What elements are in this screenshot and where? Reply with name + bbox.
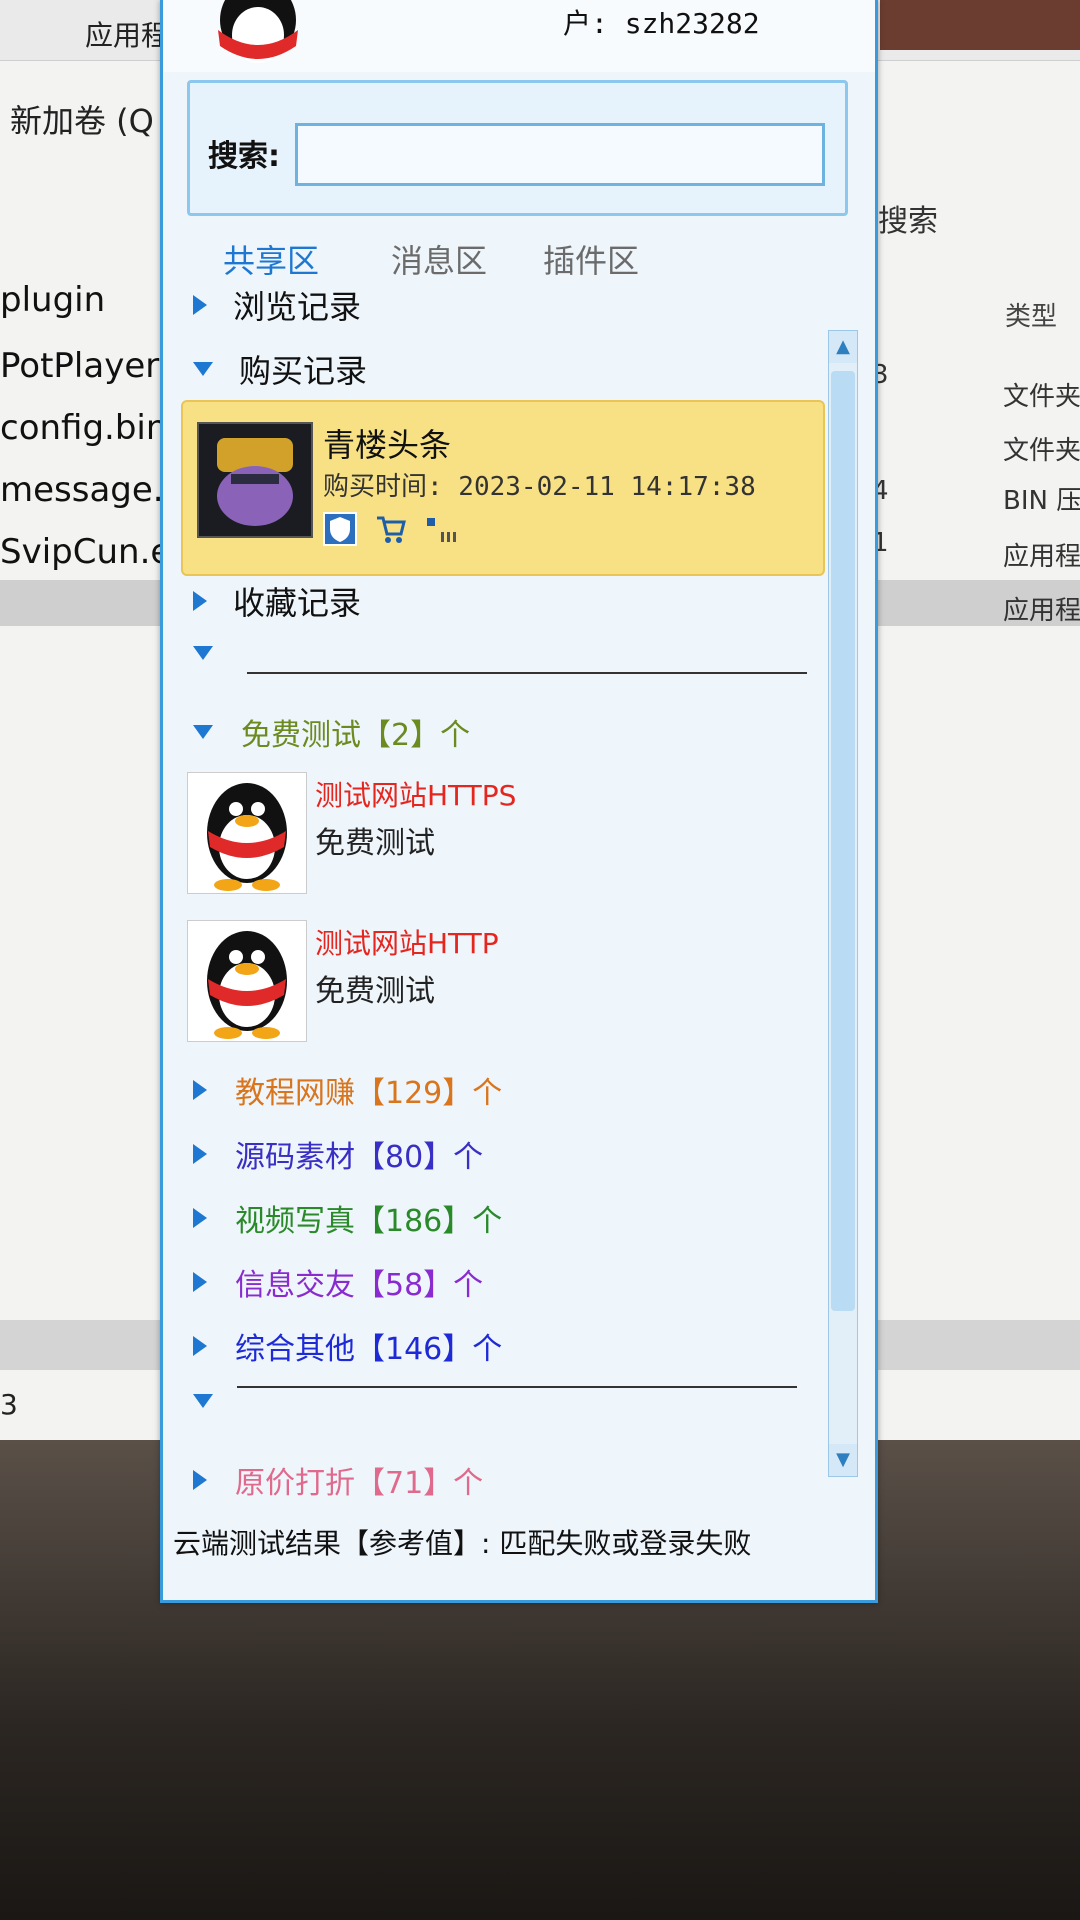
test-item-subtitle: 免费测试 (315, 974, 435, 1009)
test-item-subtitle: 免费测试 (315, 826, 435, 861)
file-name[interactable]: config.bin (0, 408, 167, 448)
cart-icon[interactable] (374, 512, 408, 546)
penguin-avatar-icon (187, 772, 307, 894)
category-free-test[interactable]: 免费测试【2】个 (193, 710, 470, 754)
category-label: 信息交友 (235, 1268, 355, 1303)
category-count: 【80】个 (355, 1140, 484, 1175)
expand-right-icon (193, 1272, 207, 1292)
explorer-search-label[interactable]: 搜索 (878, 196, 938, 240)
category-count: 【58】个 (355, 1268, 484, 1303)
category-label: 原价打折 (235, 1466, 355, 1501)
tab-plugins[interactable]: 插件区 (543, 236, 639, 282)
file-name[interactable]: message.c (0, 470, 182, 510)
category-social[interactable]: 信息交友【58】个 (193, 1260, 483, 1304)
divider (247, 672, 807, 674)
expand-right-icon (193, 591, 207, 611)
file-type: 应用程 (1003, 596, 1080, 626)
category-label: 综合其他 (235, 1332, 355, 1367)
collapse-down-icon (193, 1393, 213, 1408)
expand-right-icon (193, 1080, 207, 1100)
divider (237, 1386, 797, 1388)
category-count: 【186】个 (355, 1204, 503, 1239)
section-favorites[interactable]: 收藏记录 (193, 578, 361, 624)
explorer-item-count: 3 (0, 1388, 18, 1421)
monitor-bezel (880, 0, 1080, 50)
section-label: 购买记录 (239, 352, 368, 390)
purchase-time: 购买时间: 2023-02-11 14:17:38 (323, 472, 756, 502)
collapse-down-icon (193, 645, 213, 660)
file-name[interactable]: plugin (0, 280, 105, 320)
username-label: 户: szh23282 (563, 7, 760, 40)
signal-icon[interactable] (425, 512, 459, 546)
item-thumbnail (197, 422, 313, 538)
category-label: 源码素材 (235, 1140, 355, 1175)
expand-right-icon (193, 1470, 207, 1490)
item-actions (323, 512, 471, 546)
section-browse[interactable]: 浏览记录 (193, 282, 361, 328)
status-bar: 云端测试结果【参考值】: 匹配失败或登录失败 (163, 1522, 875, 1572)
purchase-item[interactable]: 青楼头条 购买时间: 2023-02-11 14:17:38 (181, 400, 825, 576)
item-name: 青楼头条 (323, 426, 452, 464)
category-other[interactable]: 综合其他【146】个 (193, 1324, 502, 1368)
test-item[interactable]: 测试网站HTTP 免费测试 (187, 920, 807, 1045)
status-text: 云端测试结果【参考值】: 匹配失败或登录失败 (173, 1527, 752, 1560)
shield-icon[interactable] (323, 512, 357, 546)
scroll-down-icon[interactable]: ▼ (829, 1444, 857, 1476)
category-tutorials[interactable]: 教程网赚【129】个 (193, 1068, 502, 1112)
file-type: BIN 压 (1003, 486, 1080, 516)
category-count: 【129】个 (355, 1076, 503, 1111)
column-header-type[interactable]: 类型 (1005, 296, 1057, 333)
penguin-avatar-icon (187, 920, 307, 1042)
penguin-avatar-icon (218, 0, 298, 63)
expand-right-icon (193, 1208, 207, 1228)
divider-toggle[interactable] (193, 642, 213, 661)
divider-toggle[interactable] (193, 1390, 213, 1409)
category-label: 免费测试 (241, 718, 361, 753)
category-count: 【146】个 (355, 1332, 503, 1367)
file-name[interactable]: SvipCun.e (0, 532, 171, 572)
collapse-down-icon (193, 362, 213, 376)
menu-app[interactable]: 应用程 (85, 14, 169, 54)
section-label: 浏览记录 (233, 288, 362, 326)
file-type: 文件夹 (1003, 382, 1080, 412)
category-video[interactable]: 视频写真【186】个 (193, 1196, 502, 1240)
category-count: 【71】个 (355, 1466, 484, 1501)
file-name[interactable]: PotPlayer (0, 346, 159, 386)
search-area: 搜索: (187, 80, 848, 216)
expand-right-icon (193, 295, 207, 315)
category-discount[interactable]: 原价打折【71】个 (193, 1458, 483, 1502)
test-item-title: 测试网站HTTPS (315, 779, 517, 812)
category-source[interactable]: 源码素材【80】个 (193, 1132, 483, 1176)
expand-right-icon (193, 1144, 207, 1164)
category-label: 视频写真 (235, 1204, 355, 1239)
tab-shared[interactable]: 共享区 (223, 236, 319, 282)
search-input[interactable] (295, 123, 825, 186)
test-item[interactable]: 测试网站HTTPS 免费测试 (187, 772, 807, 897)
file-type: 文件夹 (1003, 436, 1080, 466)
share-panel: 户: szh23282 搜索: 共享区 消息区 插件区 浏览记录 购买记录 青楼… (160, 0, 878, 1603)
scrollbar-thumb[interactable] (831, 371, 855, 1311)
file-type: 应用程 (1003, 542, 1080, 572)
test-item-title: 测试网站HTTP (315, 927, 499, 960)
tab-messages[interactable]: 消息区 (391, 236, 487, 282)
section-label: 收藏记录 (233, 584, 362, 622)
vertical-scrollbar[interactable]: ▲ ▼ (828, 330, 858, 1477)
section-purchase[interactable]: 购买记录 (193, 346, 367, 392)
scroll-up-icon[interactable]: ▲ (829, 331, 857, 363)
search-label: 搜索: (208, 139, 280, 174)
explorer-location[interactable]: 新加卷 (Q (10, 96, 154, 142)
expand-right-icon (193, 1336, 207, 1356)
record-list: 浏览记录 购买记录 青楼头条 购买时间: 2023-02-11 14:17:38 (163, 280, 825, 1520)
panel-header: 户: szh23282 (163, 0, 875, 72)
category-label: 教程网赚 (235, 1076, 355, 1111)
category-count: 【2】个 (361, 718, 471, 753)
collapse-down-icon (193, 725, 213, 739)
